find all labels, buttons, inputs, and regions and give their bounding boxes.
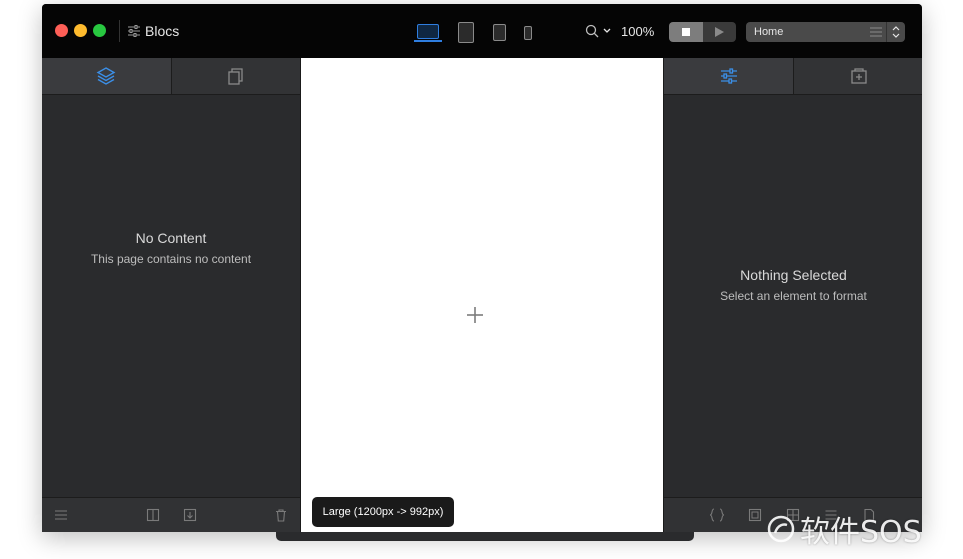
code-braces-icon[interactable] (709, 508, 725, 522)
play-button[interactable] (703, 22, 736, 42)
right-sidebar-tabs (664, 58, 922, 95)
breakpoint-tooltip: Large (1200px -> 992px) (312, 497, 454, 527)
empty-state-title: Nothing Selected (740, 267, 847, 283)
page-settings-icon[interactable] (869, 25, 883, 39)
tablet-landscape-view-icon[interactable] (458, 22, 474, 43)
title-bar: Blocs 100% Home (42, 4, 922, 58)
tab-pages[interactable] (170, 58, 300, 94)
laptop-base-icon (414, 40, 442, 42)
tab-layers[interactable] (42, 58, 171, 94)
layers-icon (96, 67, 116, 85)
right-sidebar: Nothing Selected Select an element to fo… (663, 58, 922, 532)
right-empty-state: Nothing Selected Select an element to fo… (664, 267, 922, 303)
zoom-control[interactable]: 100% (585, 22, 654, 40)
pages-icon (228, 68, 243, 85)
page-select-value: Home (754, 26, 784, 38)
sliders-icon (720, 68, 737, 84)
minimize-window-button[interactable] (74, 24, 87, 37)
left-empty-state: No Content This page contains no content (42, 230, 300, 266)
sliders-icon (128, 25, 140, 37)
left-sidebar-tabs (42, 58, 300, 95)
sliders-icon[interactable] (54, 508, 68, 522)
tab-attributes[interactable] (664, 58, 793, 94)
zoom-window-button[interactable] (93, 24, 106, 37)
add-plus-icon[interactable] (464, 304, 486, 326)
tablet-portrait-view-icon[interactable] (493, 24, 506, 41)
layout-icon[interactable] (748, 508, 762, 522)
page-select[interactable]: Home (746, 22, 905, 42)
trash-icon[interactable] (274, 508, 288, 522)
watermark-logo-icon (767, 515, 795, 543)
project-title[interactable]: Blocs (128, 22, 179, 40)
page-canvas[interactable] (301, 58, 663, 532)
titlebar-divider (119, 20, 120, 42)
close-window-button[interactable] (55, 24, 68, 37)
watermark-text: 软件SOS (800, 515, 922, 550)
watermark: 软件SOS (766, 509, 922, 550)
zoom-level: 100% (621, 23, 655, 39)
app-title-label: Blocs (145, 23, 180, 39)
empty-state-title: No Content (135, 230, 207, 246)
left-bottom-toolbar (42, 497, 300, 532)
insert-before-icon[interactable] (146, 508, 160, 522)
app-window: Blocs 100% Home No Content This page con… (42, 4, 922, 532)
play-icon (715, 27, 724, 37)
stop-button[interactable] (669, 22, 703, 42)
up-down-chevron-icon[interactable] (886, 22, 905, 42)
stop-icon (682, 28, 690, 36)
magnifier-icon (585, 24, 599, 38)
tab-add-element[interactable] (793, 58, 922, 94)
add-bloc-icon[interactable] (183, 508, 197, 522)
laptop-view-icon[interactable] (417, 24, 439, 39)
preview-controls (669, 22, 736, 42)
add-element-icon (850, 68, 867, 84)
window-bottom-edge (276, 532, 694, 541)
left-sidebar: No Content This page contains no content (42, 58, 301, 532)
chevron-down-icon (603, 28, 611, 33)
empty-state-subtitle: This page contains no content (90, 252, 252, 266)
phone-view-icon[interactable] (524, 26, 532, 40)
empty-state-subtitle: Select an element to format (720, 289, 867, 303)
